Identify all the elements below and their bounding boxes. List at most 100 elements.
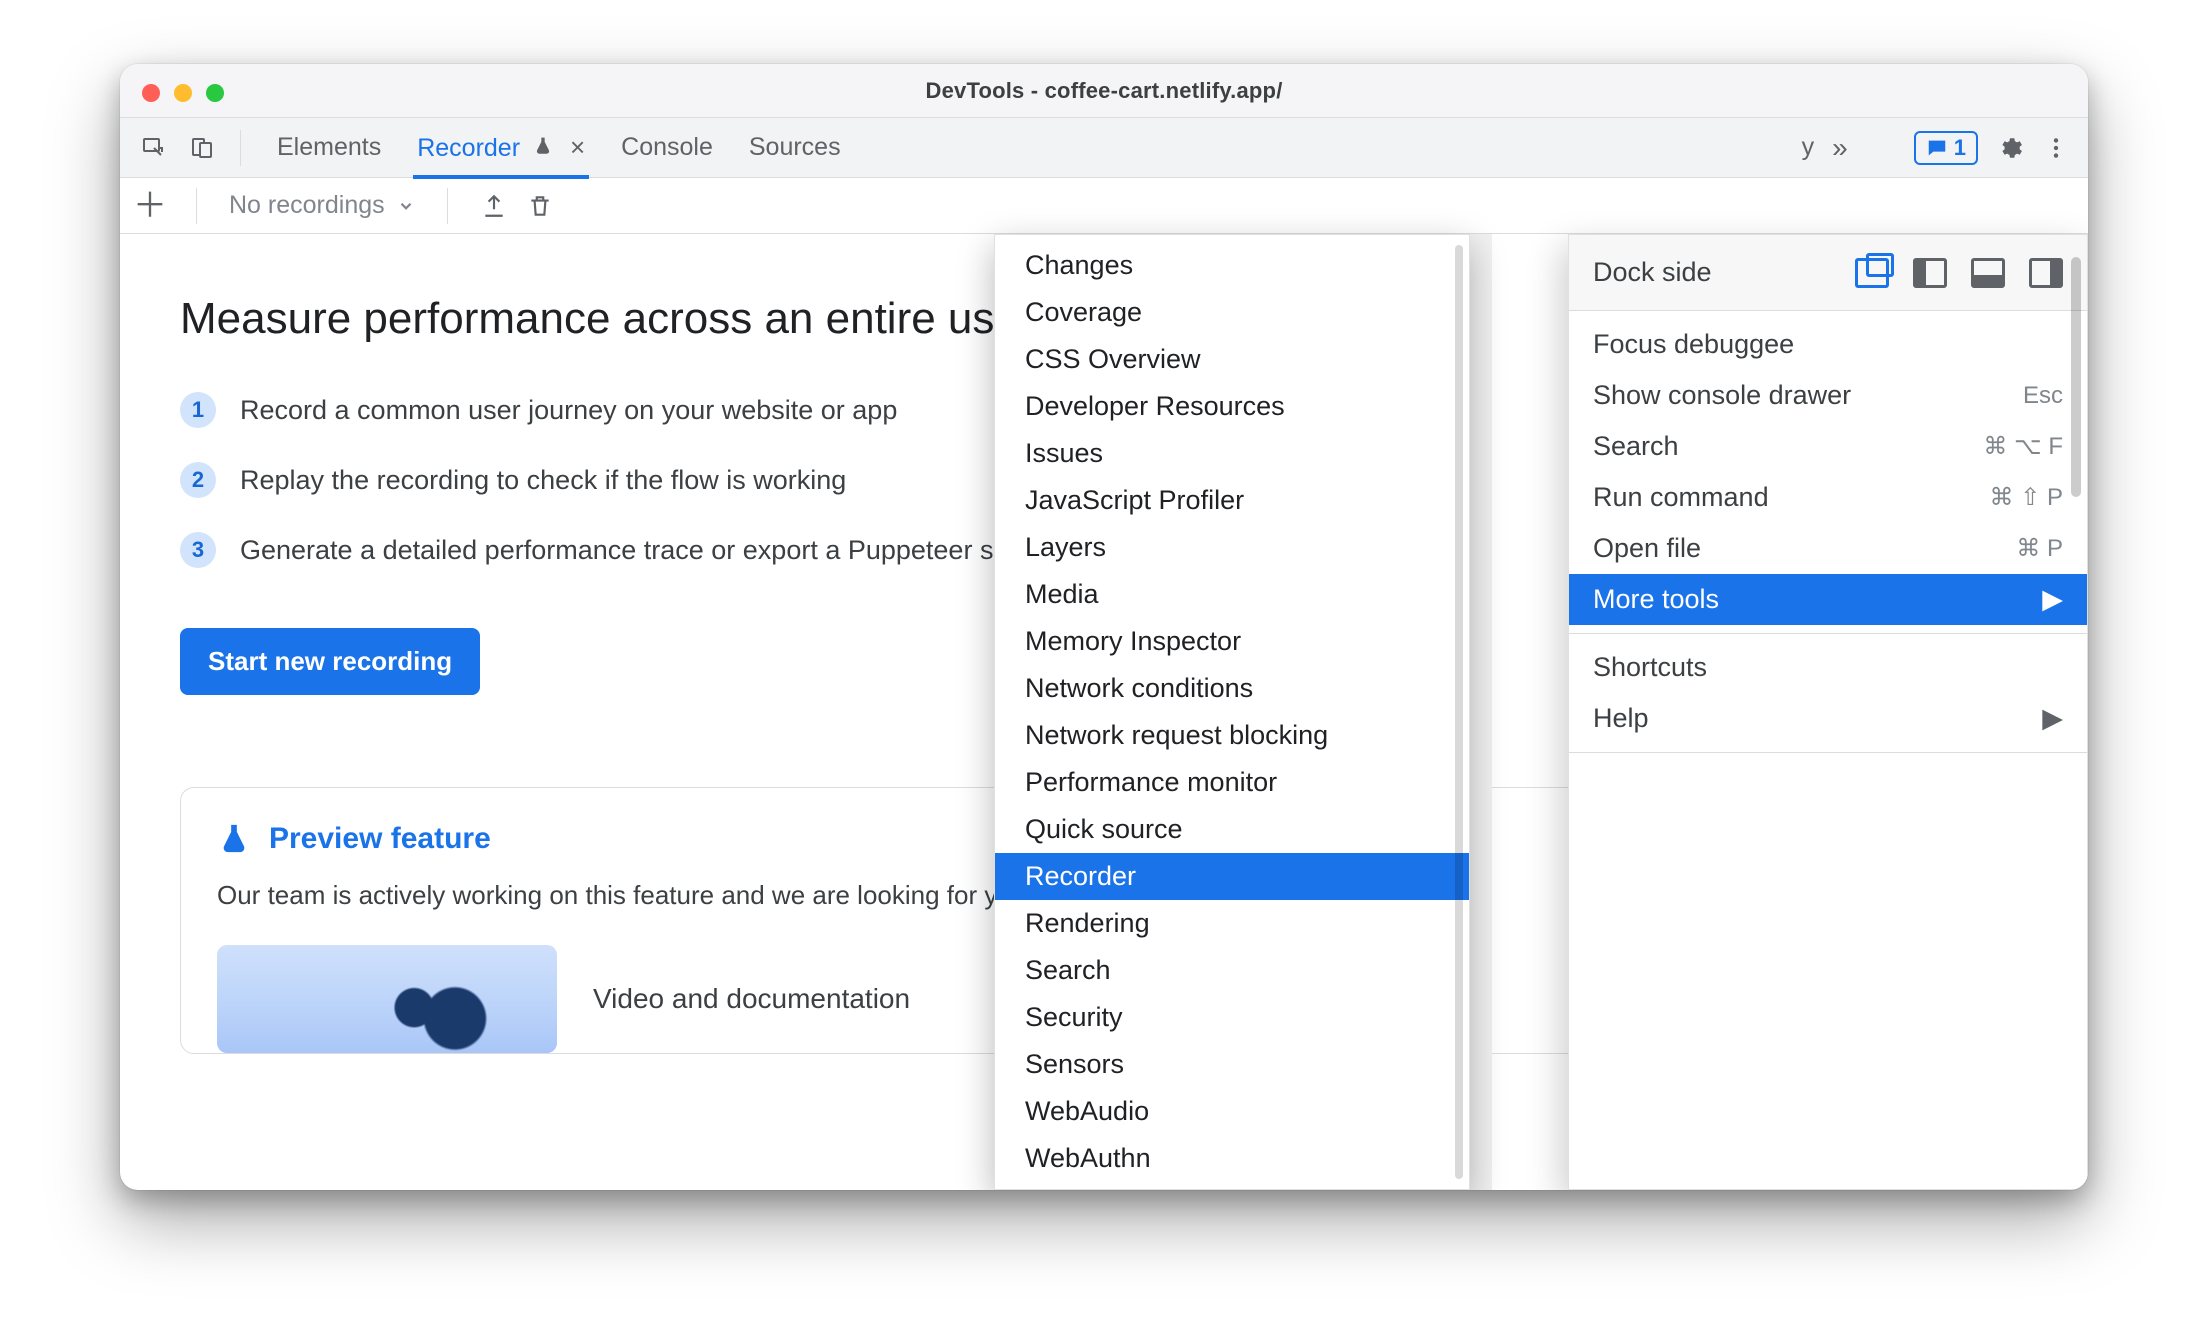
tab-elements[interactable]: Elements: [273, 119, 385, 176]
more-tools-item[interactable]: Search: [995, 947, 1469, 994]
more-tools-item[interactable]: Network request blocking: [995, 712, 1469, 759]
tabs-overflow-icon[interactable]: »: [1832, 132, 1848, 164]
more-tools-item[interactable]: Changes: [995, 242, 1469, 289]
step-text: Generate a detailed performance trace or…: [240, 535, 1044, 566]
tab-sources[interactable]: Sources: [745, 119, 845, 176]
settings-menu-label: Help: [1593, 703, 1649, 734]
shortcut-label: ⌘ P: [2016, 534, 2063, 563]
new-recording-icon[interactable]: ＋: [136, 192, 164, 220]
settings-menu-item[interactable]: Search⌘ ⌥ F: [1569, 421, 2087, 472]
more-tools-item[interactable]: Memory Inspector: [995, 618, 1469, 665]
recorder-panel: Measure performance across an entire use…: [120, 234, 2088, 1190]
more-tools-item[interactable]: Media: [995, 571, 1469, 618]
video-title: Video and documentation: [593, 983, 910, 1015]
tab-console[interactable]: Console: [617, 119, 717, 176]
tab-label: Recorder: [417, 134, 520, 162]
chevron-down-icon: [397, 197, 415, 215]
more-tools-item[interactable]: WebAudio: [995, 1088, 1469, 1135]
more-tools-item[interactable]: Layers: [995, 524, 1469, 571]
more-tools-item[interactable]: JavaScript Profiler: [995, 477, 1469, 524]
settings-menu-label: Open file: [1593, 533, 1701, 564]
submenu-scrollbar[interactable]: [1455, 245, 1463, 1179]
video-thumbnail[interactable]: [217, 945, 557, 1053]
tab-label: Sources: [749, 133, 841, 161]
recordings-placeholder: No recordings: [229, 191, 385, 220]
tab-recorder[interactable]: Recorder ×: [413, 118, 589, 177]
settings-menu-item[interactable]: Help ▶: [1569, 693, 2087, 744]
submenu-arrow-icon: ▶: [2042, 703, 2063, 734]
flask-icon: [533, 134, 553, 163]
settings-menu-item[interactable]: Run command ⌘ ⇧ P: [1569, 472, 2087, 523]
more-tools-submenu: AnimationsChangesCoverageCSS OverviewDev…: [994, 234, 1470, 1190]
settings-menu-item[interactable]: Open file ⌘ P: [1569, 523, 2087, 574]
more-tools-item[interactable]: Network conditions: [995, 665, 1469, 712]
flask-icon: [217, 822, 251, 856]
settings-menu-item[interactable]: Focus debuggee: [1569, 319, 2087, 370]
more-tools-item[interactable]: Sensors: [995, 1041, 1469, 1088]
more-tools-item[interactable]: Rendering: [995, 900, 1469, 947]
devtools-window: DevTools - coffee-cart.netlify.app/: [120, 64, 2088, 1190]
messages-count: 1: [1954, 135, 1966, 161]
dock-side-row: Dock side: [1569, 235, 2087, 311]
messages-badge[interactable]: 1: [1914, 131, 1978, 165]
export-icon[interactable]: [480, 192, 508, 220]
more-tools-item[interactable]: Coverage: [995, 289, 1469, 336]
shortcut-label: Esc: [2023, 382, 2063, 410]
more-tools-item[interactable]: Issues: [995, 430, 1469, 477]
step-number-icon: 2: [180, 462, 216, 498]
more-tools-item[interactable]: Quick source: [995, 806, 1469, 853]
step-number-icon: 3: [180, 532, 216, 568]
divider: [196, 188, 197, 224]
more-tools-item[interactable]: CSS Overview: [995, 336, 1469, 383]
menu-gap: [1470, 234, 1492, 1190]
settings-menu-item[interactable]: More tools ▶: [1569, 574, 2087, 625]
devtools-tabstrip: Elements Recorder × Console Sources y »: [120, 118, 2088, 178]
tab-label: Console: [621, 133, 713, 161]
partial-tab-label[interactable]: y: [1802, 133, 1815, 162]
traffic-lights: [142, 84, 224, 102]
divider: [447, 188, 448, 224]
more-tools-item[interactable]: Developer Resources: [995, 383, 1469, 430]
settings-menu-label: Show console drawer: [1593, 380, 1851, 411]
settings-menu: Dock side Focus debuggee Show console dra…: [1568, 234, 2088, 1190]
submenu-arrow-icon: ▶: [2042, 584, 2063, 615]
more-tools-item[interactable]: Performance monitor: [995, 759, 1469, 806]
settings-menu-label: Run command: [1593, 482, 1769, 513]
start-recording-button[interactable]: Start new recording: [180, 628, 480, 695]
settings-gear-icon[interactable]: [1996, 134, 2024, 162]
more-tools-item[interactable]: Security: [995, 994, 1469, 1041]
close-window-icon[interactable]: [142, 84, 160, 102]
zoom-window-icon[interactable]: [206, 84, 224, 102]
dock-right-icon[interactable]: [2029, 258, 2063, 288]
settings-menu-item[interactable]: Shortcuts: [1569, 642, 2087, 693]
settings-menu-label: Shortcuts: [1593, 652, 1707, 683]
recordings-dropdown[interactable]: No recordings: [229, 191, 415, 220]
step-text: Record a common user journey on your web…: [240, 395, 897, 426]
settings-scrollbar[interactable]: [2071, 241, 2081, 1183]
settings-menu-label: Focus debuggee: [1593, 329, 1794, 360]
preview-badge-label: Preview feature: [269, 822, 491, 856]
device-toolbar-icon[interactable]: [188, 134, 216, 162]
settings-menu-label: More tools: [1593, 584, 1719, 615]
more-tools-item[interactable]: What's New: [995, 1182, 1469, 1189]
titlebar: DevTools - coffee-cart.netlify.app/: [120, 64, 2088, 118]
more-tools-item[interactable]: Recorder: [995, 853, 1469, 900]
more-tools-item[interactable]: WebAuthn: [995, 1135, 1469, 1182]
minimize-window-icon[interactable]: [174, 84, 192, 102]
recorder-toolbar: ＋ No recordings: [120, 178, 2088, 234]
shortcut-label: ⌘ ⇧ P: [1990, 483, 2063, 512]
delete-icon[interactable]: [526, 192, 554, 220]
shortcut-label: ⌘ ⌥ F: [1983, 432, 2063, 461]
kebab-menu-icon[interactable]: [2042, 134, 2070, 162]
dock-left-icon[interactable]: [1913, 258, 1947, 288]
divider: [240, 130, 241, 166]
dock-bottom-icon[interactable]: [1971, 258, 2005, 288]
tab-label: Elements: [277, 133, 381, 161]
close-tab-icon[interactable]: ×: [570, 132, 585, 162]
inspect-element-icon[interactable]: [140, 134, 168, 162]
tabs: Elements Recorder × Console Sources: [255, 118, 863, 177]
dock-side-label: Dock side: [1593, 257, 1831, 288]
settings-menu-item[interactable]: Show console drawer Esc: [1569, 370, 2087, 421]
step-text: Replay the recording to check if the flo…: [240, 465, 846, 496]
dock-undock-icon[interactable]: [1855, 258, 1889, 288]
